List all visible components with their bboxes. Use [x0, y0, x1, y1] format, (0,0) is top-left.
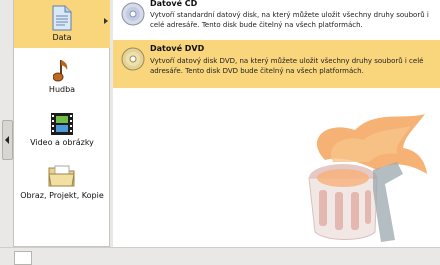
- sidebar-item-obraz[interactable]: Obraz, Projekt, Kopie: [14, 160, 110, 204]
- sidebar-item-data[interactable]: Data: [14, 0, 110, 48]
- chevron-left-icon: [5, 136, 9, 144]
- project-description: Vytvoří standardní datový disk, na který…: [150, 11, 429, 29]
- folder-icon: [48, 165, 75, 187]
- sidebar-item-label: Video a obrázky: [30, 138, 94, 147]
- film-strip-icon: [51, 113, 73, 135]
- sidebar-item-label: Hudba: [48, 85, 76, 94]
- sidebar-item-label: Data: [52, 33, 72, 42]
- project-title: Datové DVD: [150, 44, 205, 53]
- dvd-disc-icon: [121, 47, 145, 71]
- side-pane-toggle[interactable]: [2, 120, 13, 160]
- chevron-right-icon: [104, 18, 108, 24]
- cd-disc-icon: [121, 2, 145, 26]
- project-description: Vytvoří datový disk DVD, na který můžete…: [150, 57, 424, 75]
- project-data-dvd[interactable]: Datové DVD Vytvoří datový disk DVD, na k…: [113, 40, 440, 88]
- sidebar-item-hudba[interactable]: Hudba: [14, 54, 110, 100]
- category-sidebar: Data Hudba Video a obrázky Obraz, Projek…: [13, 0, 110, 247]
- project-list: Datové CD Vytvoří standardní datový disk…: [113, 0, 440, 247]
- document-icon: [52, 5, 72, 31]
- status-bar: [0, 247, 440, 265]
- project-data-cd[interactable]: Datové CD Vytvoří standardní datový disk…: [113, 0, 440, 38]
- brasero-flame-logo-icon: [308, 114, 427, 242]
- sidebar-item-video[interactable]: Video a obrázky: [14, 108, 110, 152]
- music-note-icon: [53, 60, 68, 82]
- status-checkbox[interactable]: [14, 251, 32, 265]
- sidebar-item-label: Obraz, Projekt, Kopie: [20, 191, 104, 200]
- project-title: Datové CD: [150, 0, 198, 8]
